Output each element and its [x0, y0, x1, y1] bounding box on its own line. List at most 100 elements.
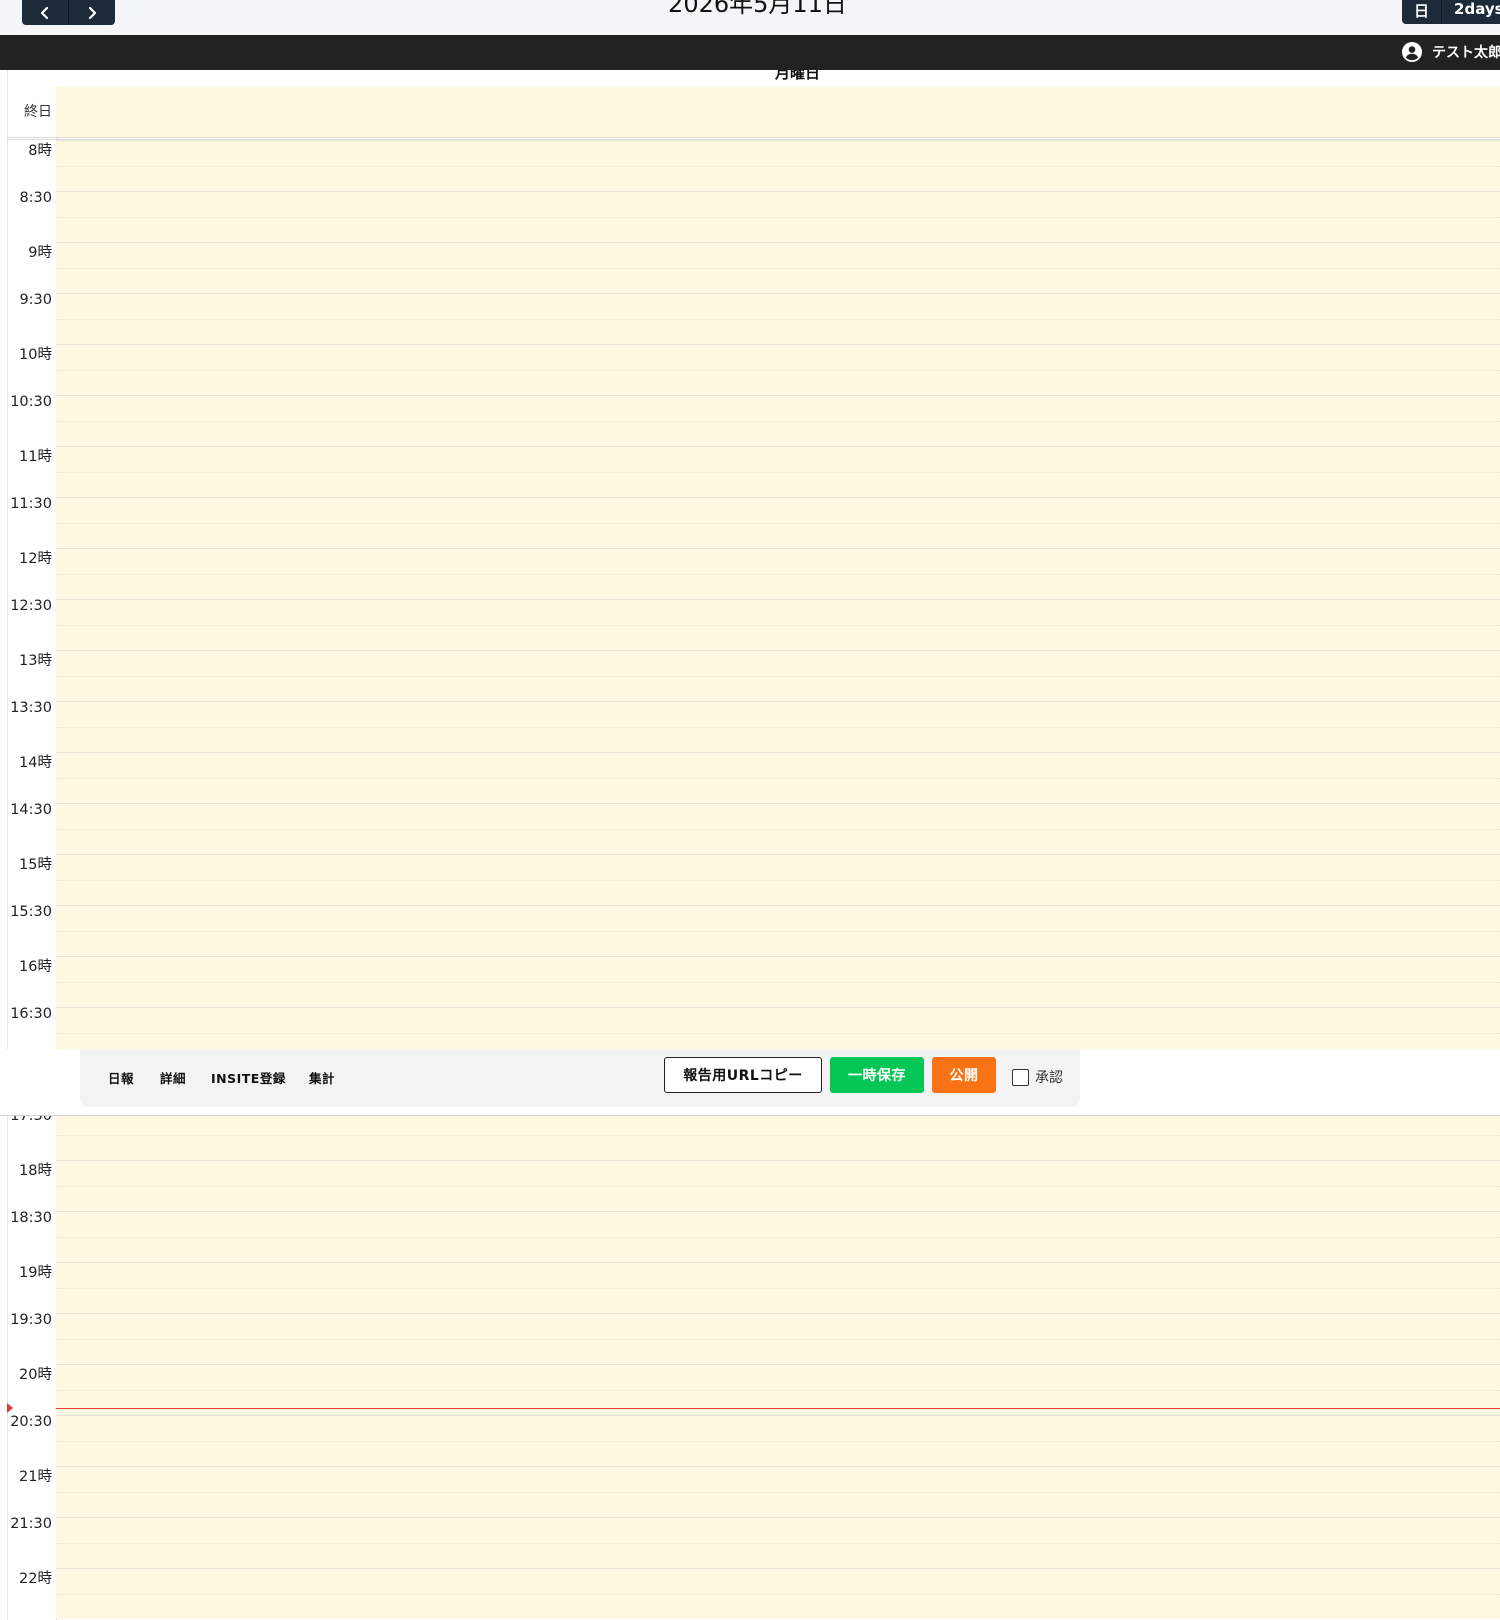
time-slot-cell[interactable] [56, 446, 1500, 497]
time-slot-cell[interactable] [56, 242, 1500, 293]
view-day-button[interactable]: 日 [1402, 0, 1443, 24]
time-slot-cell[interactable] [56, 1568, 1500, 1619]
time-slot: 15時 [7, 854, 1500, 905]
time-slot-cell[interactable] [56, 1262, 1500, 1313]
action-bar: 日報 詳細 INSITE登録 集計 報告用URLコピー 一時保存 公開 承認 [80, 1049, 1080, 1107]
time-slot: 10時 [7, 344, 1500, 395]
time-slot-label: 13時 [19, 653, 52, 669]
time-slot-label: 9時 [28, 245, 52, 261]
time-slot-label: 8時 [28, 143, 52, 159]
time-slot-cell[interactable] [56, 752, 1500, 803]
tab-insite-register[interactable]: INSITE登録 [211, 1068, 286, 1087]
time-slot-label: 20時 [19, 1367, 52, 1383]
time-slot-label: 9:30 [19, 292, 52, 308]
header-bar: テスト太郎 [0, 35, 1500, 70]
day-label: 月曜日 [774, 70, 820, 82]
time-slot-cell[interactable] [56, 548, 1500, 599]
day-calendar: 月曜日 終日 8時 8:30 9時 9:30 10時 10:30 11時 11:30 12時 12… [7, 70, 1500, 1620]
action-strip: 日報 詳細 INSITE登録 集計 報告用URLコピー 一時保存 公開 承認 [0, 1049, 1500, 1116]
time-slot-label: 11:30 [10, 496, 52, 512]
tab-details[interactable]: 詳細 [160, 1068, 186, 1087]
now-indicator-line [56, 1408, 1500, 1409]
all-day-cell[interactable] [56, 87, 1500, 137]
tab-summary[interactable]: 集計 [309, 1068, 335, 1087]
time-slot-label: 10時 [19, 347, 52, 363]
time-slot-label: 19:30 [10, 1312, 52, 1328]
time-slot-label: 14:30 [10, 802, 52, 818]
time-slot-cell[interactable] [56, 344, 1500, 395]
calendar-title: 2026年5月11日 [668, 0, 847, 18]
time-slot-cell[interactable] [56, 1160, 1500, 1211]
time-slot-label: 12:30 [10, 598, 52, 614]
time-slot-cell[interactable] [56, 1313, 1500, 1364]
time-slot-cell[interactable] [56, 854, 1500, 905]
copy-report-url-button[interactable]: 報告用URLコピー [664, 1057, 822, 1093]
time-slot-label: 20:30 [10, 1414, 52, 1430]
calendar-toolbar: 2026年5月11日 日 2days [0, 0, 1500, 35]
time-slot: 9:30 [7, 292, 1500, 344]
time-slot-label: 12時 [19, 551, 52, 567]
time-slot: 13時 [7, 650, 1500, 701]
time-slot-cell[interactable] [56, 1517, 1500, 1568]
time-slot: 22時 [7, 1568, 1500, 1619]
time-slot-label: 11時 [19, 449, 52, 465]
approve-label: 承認 [1035, 1070, 1063, 1086]
time-slot: 20:30 [7, 1414, 1500, 1466]
time-slot-label: 15:30 [10, 904, 52, 920]
time-slot-label: 21時 [19, 1469, 52, 1485]
time-slot-cell[interactable] [56, 497, 1500, 548]
time-slot-label: 22時 [19, 1571, 52, 1587]
time-slot-cell[interactable] [56, 803, 1500, 854]
time-slot-label: 15時 [19, 857, 52, 873]
time-grid: 8時 8:30 9時 9:30 10時 10:30 11時 11:30 12時 12:30 13時 1… [7, 140, 1500, 1620]
time-slot: 9時 [7, 242, 1500, 293]
user-menu[interactable]: テスト太郎 [1402, 42, 1500, 62]
time-slot: 16時 [7, 956, 1500, 1007]
time-slot: 18:30 [7, 1210, 1500, 1262]
time-slot-cell[interactable] [56, 599, 1500, 650]
all-day-label: 終日 [24, 104, 52, 120]
time-slot: 11:30 [7, 496, 1500, 548]
view-2days-button[interactable]: 2days [1442, 0, 1500, 24]
time-slot: 21時 [7, 1466, 1500, 1517]
time-slot-cell[interactable] [56, 905, 1500, 956]
time-slot: 10:30 [7, 394, 1500, 446]
day-column-header: 月曜日 [56, 70, 1500, 88]
time-slot-cell[interactable] [56, 293, 1500, 344]
time-slot-cell[interactable] [56, 1211, 1500, 1262]
time-slot-label: 10:30 [10, 394, 52, 410]
publish-button[interactable]: 公開 [932, 1057, 996, 1093]
time-slot-cell[interactable] [56, 1415, 1500, 1466]
time-slot-label: 13:30 [10, 700, 52, 716]
tab-daily-report[interactable]: 日報 [108, 1068, 134, 1087]
time-slot: 21:30 [7, 1516, 1500, 1568]
time-slot-cell[interactable] [56, 1109, 1500, 1160]
time-slot: 19時 [7, 1262, 1500, 1313]
time-slot: 12:30 [7, 598, 1500, 650]
time-slot-label: 8:30 [19, 190, 52, 206]
time-slot: 19:30 [7, 1312, 1500, 1364]
time-slot-cell[interactable] [56, 650, 1500, 701]
approve-toggle[interactable]: 承認 [1012, 1067, 1063, 1087]
time-slot-cell[interactable] [56, 140, 1500, 191]
time-slot: 17:30 [7, 1108, 1500, 1160]
time-slot-label: 16:30 [10, 1006, 52, 1022]
time-slot-label: 14時 [19, 755, 52, 771]
now-indicator-arrow [7, 1403, 13, 1413]
time-slot: 8:30 [7, 190, 1500, 242]
time-slot-label: 16時 [19, 959, 52, 975]
time-slot-cell[interactable] [56, 701, 1500, 752]
time-slot-cell[interactable] [56, 1466, 1500, 1517]
time-slot-cell[interactable] [56, 956, 1500, 1007]
time-slot-cell[interactable] [56, 395, 1500, 446]
time-slot: 12時 [7, 548, 1500, 599]
time-slot: 14:30 [7, 802, 1500, 854]
time-slot-label: 19時 [19, 1265, 52, 1281]
time-slot: 14時 [7, 752, 1500, 803]
all-day-row: 終日 [7, 87, 1500, 140]
time-slot: 15:30 [7, 904, 1500, 956]
time-slot: 11時 [7, 446, 1500, 497]
time-slot-cell[interactable] [56, 191, 1500, 242]
approve-checkbox[interactable] [1012, 1068, 1029, 1086]
temp-save-button[interactable]: 一時保存 [830, 1057, 924, 1093]
